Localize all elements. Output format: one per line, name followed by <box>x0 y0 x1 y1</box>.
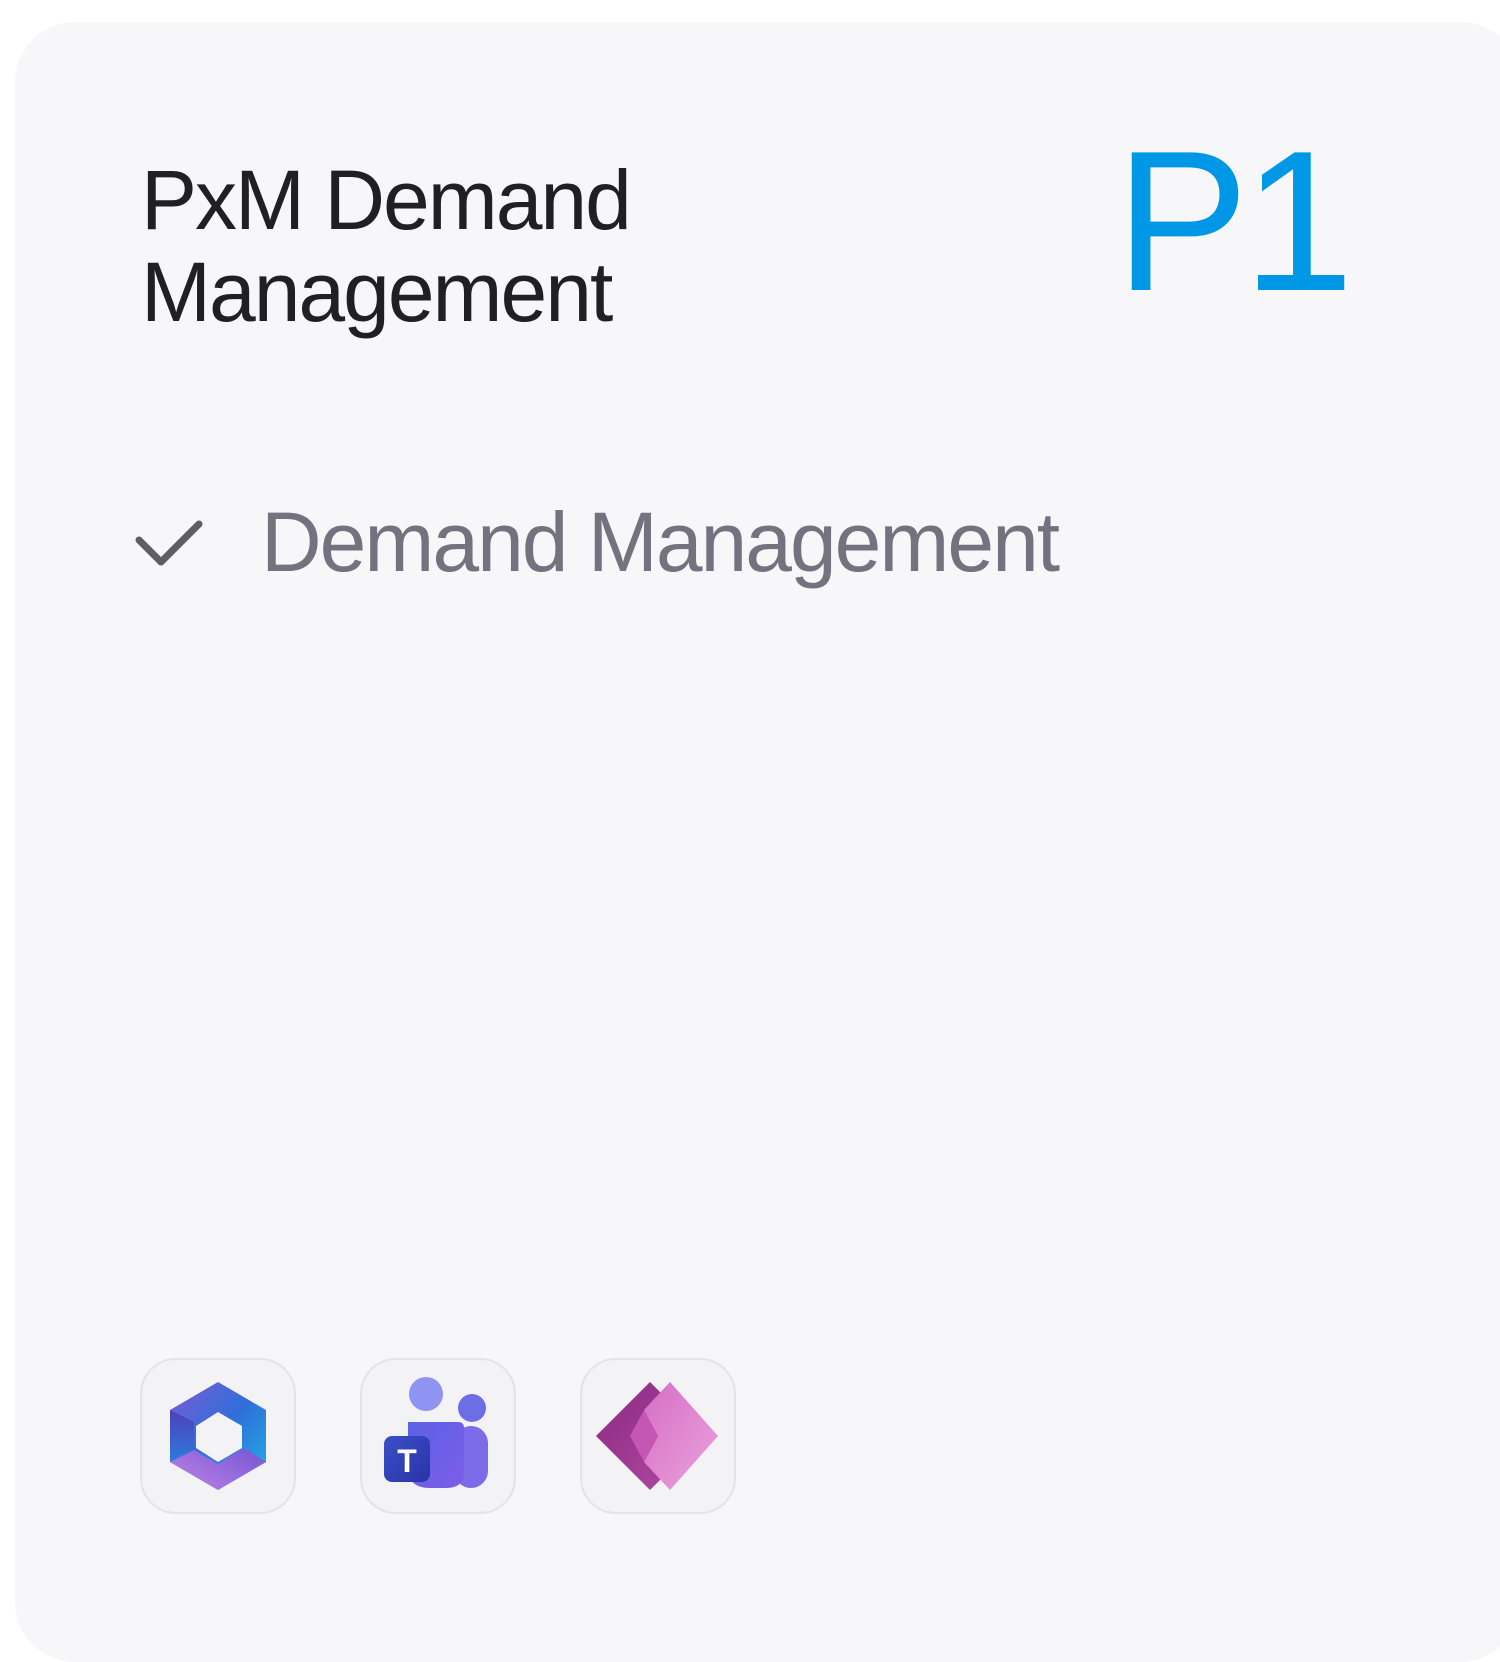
app-tile-power-apps <box>580 1358 736 1514</box>
plan-card: PxM Demand Management P1 Demand Manageme… <box>15 22 1500 1662</box>
microsoft-365-icon <box>170 1382 266 1490</box>
plan-badge: P1 <box>1115 110 1354 333</box>
microsoft-teams-icon: T <box>384 1377 488 1488</box>
feature-list: Demand Management <box>133 492 1060 592</box>
power-apps-icon <box>596 1382 718 1490</box>
check-icon <box>135 520 203 566</box>
app-icon-row: T <box>140 1358 736 1514</box>
feature-label: Demand Management <box>261 495 1060 589</box>
feature-item: Demand Management <box>133 492 1060 592</box>
app-tile-microsoft-teams: T <box>360 1358 516 1514</box>
svg-text:T: T <box>397 1443 417 1479</box>
app-tile-microsoft-365 <box>140 1358 296 1514</box>
card-title: PxM Demand Management <box>141 153 632 339</box>
